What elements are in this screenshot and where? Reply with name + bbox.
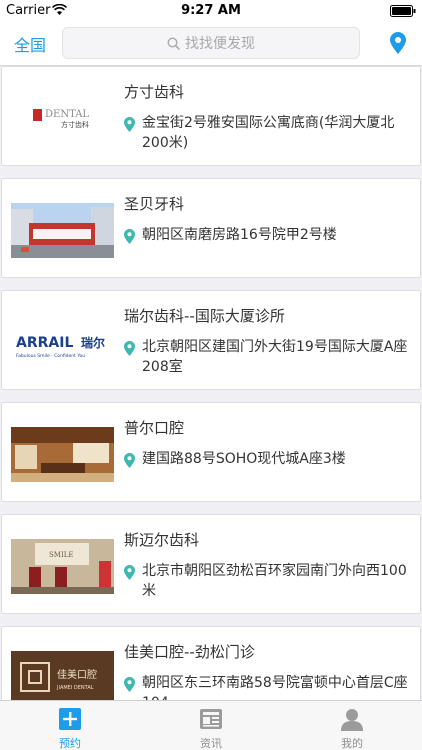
search-input[interactable]: 找找便发现 (62, 27, 360, 59)
clinic-address: 朝阳区东三环南路58号院富顿中心首层C座104 (142, 675, 408, 700)
search-placeholder: 找找便发现 (185, 36, 255, 52)
tab-bar: 预约 资讯 我的 (0, 700, 422, 750)
clinic-address: 金宝街2号雅安国际公寓底商(华润大厦北200米) (142, 115, 395, 151)
logo-cn-text: 佳美口腔 (57, 668, 97, 681)
news-icon (200, 709, 222, 729)
clinic-address: 朝阳区南磨房路16号院甲2号楼 (142, 227, 337, 243)
clinic-card[interactable]: ARRAIL 瑞尔 Fabulous Smile · Confident You… (1, 290, 421, 390)
tab-news[interactable]: 资讯 (141, 701, 281, 750)
clinic-name: 瑞尔齿科--国际大厦诊所 (124, 307, 285, 325)
clinic-photo-shengbei (11, 203, 114, 258)
clinic-card[interactable]: 圣贝牙科 朝阳区南磨房路16号院甲2号楼 (1, 178, 421, 278)
logo-cn-text: 瑞尔 (81, 335, 105, 350)
search-icon (167, 36, 180, 50)
clinic-logo-fangcun: DENTAL 方寸齿科 (11, 91, 114, 146)
clinic-address: 北京市朝阳区劲松百环家园南门外向西100米 (142, 563, 407, 599)
clinic-card[interactable]: 佳美口腔 JIAMEI DENTAL 佳美口腔--劲松门诊 朝阳区东三环南路58… (1, 626, 421, 700)
clinic-photo-puer (11, 427, 114, 482)
clinic-list: DENTAL 方寸齿科 方寸齿科 金宝街2号雅安国际公寓底商(华润大厦北200米… (0, 66, 422, 700)
tab-appointment[interactable]: 预约 (0, 701, 140, 750)
clinic-photo-smile: SMILE (11, 539, 114, 594)
logo-text: SMILE (49, 551, 74, 559)
tab-label: 预约 (59, 737, 81, 750)
location-pin-icon (124, 565, 135, 580)
person-icon (341, 709, 363, 731)
location-pin-icon (124, 341, 135, 356)
status-time: 9:27 AM (181, 3, 241, 18)
city-selector-button[interactable]: 全国 (14, 32, 46, 56)
clinic-name: 斯迈尔齿科 (124, 531, 200, 549)
battery-icon (390, 5, 416, 17)
logo-text: DENTAL (45, 109, 89, 120)
tab-profile[interactable]: 我的 (282, 701, 422, 750)
location-pin-icon (124, 677, 135, 692)
clinic-name: 佳美口腔--劲松门诊 (124, 643, 255, 661)
clinic-logo-jiamei: 佳美口腔 JIAMEI DENTAL (11, 651, 114, 700)
clinic-card[interactable]: 普尔口腔 建国路88号SOHO现代城A座3楼 (1, 402, 421, 502)
logo-subtext: JIAMEI DENTAL (56, 685, 94, 691)
clinic-card[interactable]: SMILE 斯迈尔齿科 北京市朝阳区劲松百环家园南门外向西100米 (1, 514, 421, 614)
clinic-name: 普尔口腔 (124, 419, 185, 437)
clinic-name: 圣贝牙科 (124, 195, 185, 213)
clinic-card[interactable]: DENTAL 方寸齿科 方寸齿科 金宝街2号雅安国际公寓底商(华润大厦北200米… (1, 66, 421, 166)
plus-square-icon (59, 708, 81, 730)
status-bar: Carrier 9:27 AM (0, 0, 422, 22)
clinic-address: 北京朝阳区建国门外大街19号国际大厦A座208室 (142, 339, 408, 375)
logo-subtext: 方寸齿科 (61, 120, 89, 129)
clinic-logo-arrail: ARRAIL 瑞尔 Fabulous Smile · Confident You (11, 315, 114, 370)
location-pin-icon[interactable] (390, 32, 406, 54)
logo-text: ARRAIL (16, 335, 73, 351)
location-pin-icon (124, 117, 135, 132)
location-pin-icon (124, 453, 135, 468)
logo-subtext: Fabulous Smile · Confident You (16, 353, 85, 359)
tab-label: 资讯 (200, 737, 222, 750)
clinic-address: 建国路88号SOHO现代城A座3楼 (142, 451, 346, 467)
clinic-name: 方寸齿科 (124, 83, 185, 101)
location-pin-icon (124, 229, 135, 244)
tab-label: 我的 (341, 737, 363, 750)
nav-bar: 全国 找找便发现 (0, 22, 422, 66)
